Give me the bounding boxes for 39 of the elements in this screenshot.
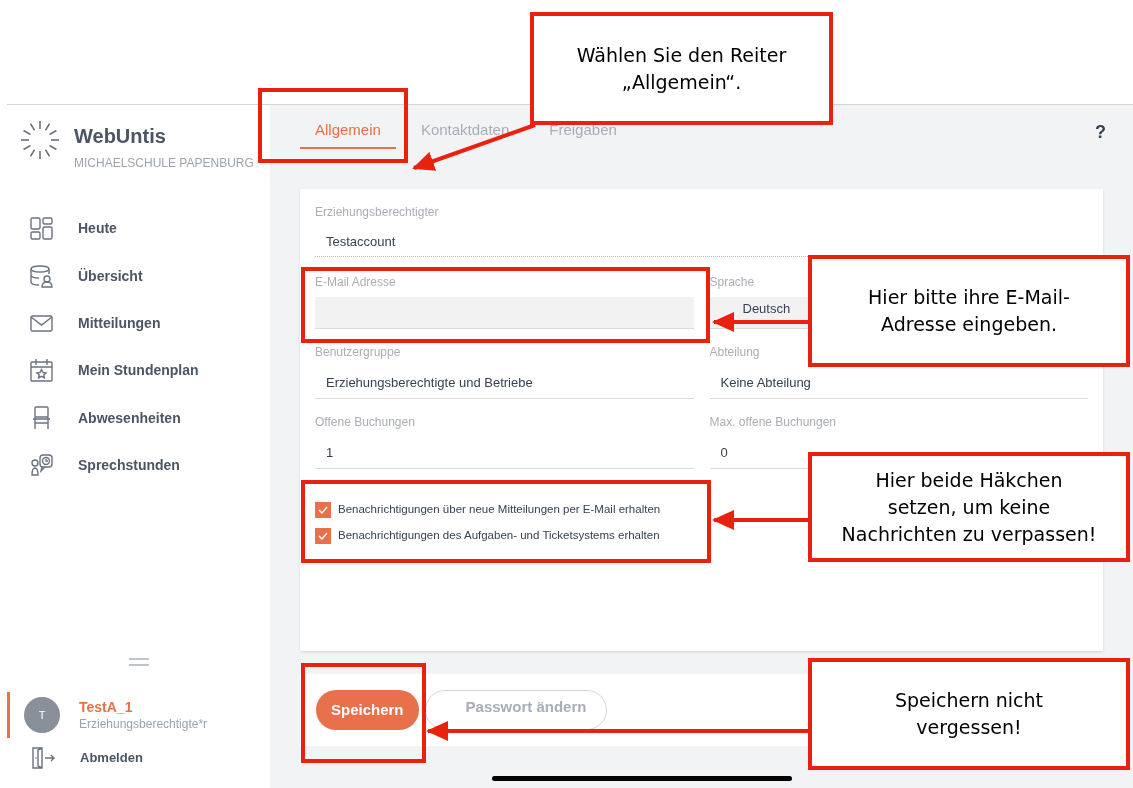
people-clock-icon	[29, 453, 54, 479]
field-label: Offene Buchungen	[315, 415, 416, 429]
field-label: Benutzergruppe	[315, 345, 402, 359]
nav-item[interactable]: Mein Stundenplan	[78, 360, 199, 382]
nav-item[interactable]: Heute	[78, 218, 117, 240]
callout-tooltip: Hier bitte ihre E-Mail-Adresse eingeben.	[808, 255, 1130, 367]
help-button[interactable]: ?	[1095, 119, 1106, 146]
nav-item[interactable]: Mitteilungen	[78, 312, 161, 334]
email-input-field[interactable]	[315, 297, 694, 329]
checkbox[interactable]	[315, 527, 331, 544]
grid-icon	[29, 216, 54, 242]
nav-item[interactable]: Übersicht	[78, 265, 143, 287]
database-user-icon	[29, 263, 54, 289]
logout-link[interactable]: Abmelden	[80, 748, 143, 768]
field-label: E-Mail Adresse	[315, 275, 397, 289]
value-field[interactable]: Erziehungsberechtigte und Betriebe	[315, 367, 694, 399]
field-label: Abteilung	[709, 345, 761, 359]
checkbox-label: Benachrichtigungen über neue Mitteilungen per E-Mail erhalten	[338, 502, 661, 517]
checkbox-label: Benachrichtigungen des Aufgaben- und Ticketsystems erhalten	[338, 528, 660, 544]
drag-handle-icon	[127, 658, 150, 666]
logout-icon	[31, 746, 55, 770]
value-field[interactable]: 1	[315, 437, 694, 469]
nav-item[interactable]: Abwesenheiten	[78, 407, 181, 429]
field-label: Sprache	[709, 275, 756, 289]
callout-tooltip: Speichern nicht vergessen!	[808, 658, 1130, 770]
school-name: MICHAELSCHULE PAPENBURG	[74, 155, 254, 171]
app-logo-title: WebUntis	[74, 124, 167, 148]
field-label: Max. offene Buchungen	[709, 415, 838, 429]
sunburst-logo-icon	[20, 120, 60, 160]
check-icon	[318, 531, 328, 540]
callout-tooltip: Hier beide Häkchen setzen, um keine Nachrichten zu verpassen!	[808, 452, 1130, 562]
checkbox[interactable]	[315, 501, 331, 518]
user-role: Erziehungsberechtigte*r	[79, 716, 208, 732]
avatar: T	[24, 697, 60, 733]
callout-tooltip: Wählen Sie den Reiter „Allgemein“.	[530, 12, 833, 125]
check-icon	[318, 505, 328, 514]
user-name: TestA_1	[79, 698, 134, 716]
nav-item[interactable]: Sprechstunden	[78, 455, 180, 477]
field-label: Erziehungsberechtigter	[315, 205, 440, 219]
